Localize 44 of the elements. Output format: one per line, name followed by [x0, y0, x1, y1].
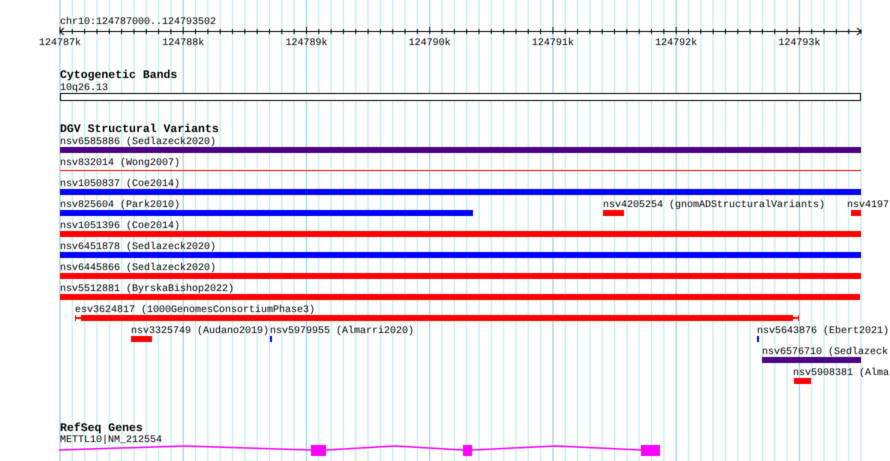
variant-label: nsv4197: [847, 200, 890, 211]
variant-bar[interactable]: [60, 189, 861, 195]
variant-bar[interactable]: [60, 231, 861, 237]
variant-bar[interactable]: [60, 252, 861, 258]
variant-bar[interactable]: [75, 315, 799, 321]
ruler-tick-label: 124788k: [162, 38, 204, 49]
variant-label: esv3624817 (1000GenomesConsortiumPhase3): [75, 305, 316, 316]
variant-label: nsv5643876 (Ebert2021): [757, 326, 890, 337]
variant-label: nsv5908381 (Alma: [793, 368, 890, 379]
variant-label: nsv6576710 (Sedlazeck: [762, 347, 888, 358]
ruler-tick-label: 124789k: [285, 38, 328, 49]
variant-bar[interactable]: [60, 294, 860, 300]
variant-label: nsv4205254 (gnomADStructuralVariants): [603, 200, 826, 211]
track-title: DGV Structural Variants: [60, 123, 219, 136]
track-title: Cytogenetic Bands: [60, 69, 178, 82]
variant-bar[interactable]: [851, 210, 861, 216]
variant-label: nsv825604 (Park2010): [60, 200, 180, 211]
variant-label: nsv1051396 (Coe2014): [60, 221, 180, 232]
track-title: RefSeq Genes: [60, 422, 143, 435]
variant-bar[interactable]: [603, 210, 624, 216]
band-label: 10q26.13: [60, 83, 108, 94]
variant-bar[interactable]: [794, 378, 811, 384]
ruler-tick-label: 124791k: [532, 38, 574, 49]
ruler-tick-label: 124793k: [778, 38, 820, 49]
variant-bar[interactable]: [131, 336, 152, 342]
gene-model-drawing[interactable]: [58, 445, 660, 456]
variant-label: nsv6445866 (Sedlazeck2020): [60, 263, 216, 274]
variant-label: nsv832014 (Wong2007): [60, 158, 180, 169]
variant-bar[interactable]: [762, 357, 861, 363]
variant-label: nsv6451878 (Sedlazeck2020): [60, 242, 216, 253]
ruler-tick-label: 124787k: [39, 38, 81, 49]
variant-label: nsv6585886 (Sedlazeck2020): [60, 137, 216, 148]
variant-label: nsv5512881 (ByrskaBishop2022): [60, 284, 234, 295]
variant-bar[interactable]: [60, 210, 473, 216]
variant-line[interactable]: [60, 170, 861, 171]
ruler-tick-label: 124790k: [408, 38, 451, 49]
ruler-tick-label: 124792k: [655, 38, 698, 49]
location-label: chr10:124787000..124793502: [60, 17, 216, 28]
gene-label: METTL10|NM_212554: [60, 435, 162, 446]
variant-bar[interactable]: [60, 273, 861, 279]
variant-label: nsv5979955 (Almarri2020): [270, 326, 414, 337]
variant-bar[interactable]: [60, 147, 861, 153]
variant-label: nsv3325749 (Audano2019): [131, 326, 270, 337]
variant-label: nsv1050837 (Coe2014): [60, 179, 180, 190]
